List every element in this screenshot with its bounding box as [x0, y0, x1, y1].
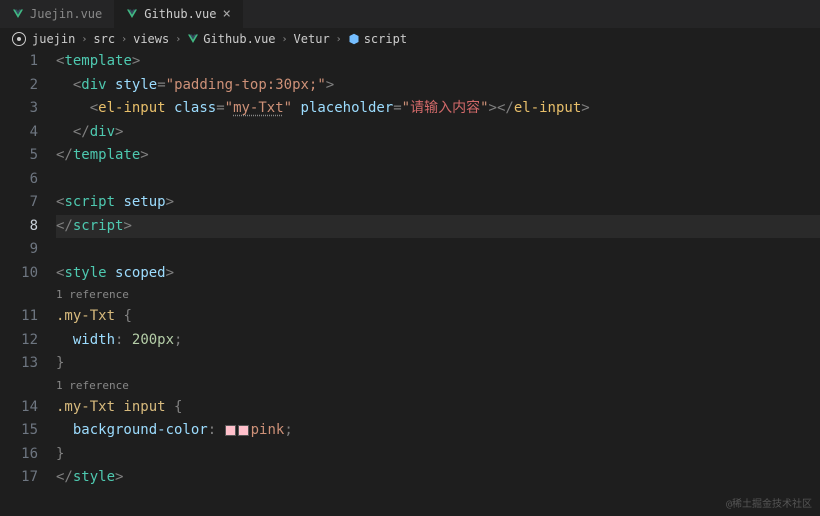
code-line — [56, 168, 820, 192]
line-number: 12 — [0, 329, 38, 353]
line-number: 4 — [0, 121, 38, 145]
tab-github[interactable]: Github.vue × — [114, 0, 243, 28]
line-number — [0, 376, 38, 396]
line-number: 16 — [0, 443, 38, 467]
chevron-right-icon: › — [81, 34, 87, 45]
crumb-views[interactable]: views — [133, 32, 169, 46]
target-icon[interactable] — [12, 32, 26, 46]
line-number: 9 — [0, 238, 38, 262]
line-number: 5 — [0, 144, 38, 168]
line-number: 6 — [0, 168, 38, 192]
close-icon[interactable]: × — [223, 7, 231, 21]
code-line: } — [56, 443, 820, 467]
crumb-juejin[interactable]: juejin — [32, 32, 75, 46]
line-number: 13 — [0, 352, 38, 376]
tab-label: Juejin.vue — [30, 7, 102, 21]
crumb-src[interactable]: src — [93, 32, 115, 46]
vue-icon — [126, 8, 138, 20]
code-line: </div> — [56, 121, 820, 145]
line-number: 2 — [0, 74, 38, 98]
code-line: <el-input class="my-Txt" placeholder="请输… — [56, 97, 820, 121]
code-editor[interactable]: 1 2 3 4 5 6 7 8 9 10 11 12 13 14 15 16 1… — [0, 50, 820, 490]
line-number: 11 — [0, 305, 38, 329]
code-line: </script> — [56, 215, 820, 239]
code-line: </template> — [56, 144, 820, 168]
watermark: @稀土掘金技术社区 — [726, 495, 812, 510]
vue-icon — [12, 8, 24, 20]
crumb-file[interactable]: Github.vue — [187, 32, 275, 46]
crumb-script[interactable]: script — [348, 32, 407, 46]
vue-icon — [187, 33, 199, 45]
codelens[interactable]: 1 reference — [56, 285, 820, 305]
code-line — [56, 238, 820, 262]
crumb-vetur[interactable]: Vetur — [294, 32, 330, 46]
color-swatch-icon[interactable] — [225, 425, 236, 436]
tab-juejin[interactable]: Juejin.vue — [0, 0, 114, 28]
chevron-right-icon: › — [175, 34, 181, 45]
code-line: .my-Txt { — [56, 305, 820, 329]
chevron-right-icon: › — [121, 34, 127, 45]
tab-bar: Juejin.vue Github.vue × — [0, 0, 820, 28]
chevron-right-icon: › — [282, 34, 288, 45]
codelens[interactable]: 1 reference — [56, 376, 820, 396]
tab-label: Github.vue — [144, 7, 216, 21]
line-number: 14 — [0, 396, 38, 420]
code-line: } — [56, 352, 820, 376]
code-line: <template> — [56, 50, 820, 74]
code-line: width: 200px; — [56, 329, 820, 353]
code-line: background-color: pink; — [56, 419, 820, 443]
code-line: <script setup> — [56, 191, 820, 215]
code-line: <div style="padding-top:30px;"> — [56, 74, 820, 98]
code-line: .my-Txt input { — [56, 396, 820, 420]
code-line: <style scoped> — [56, 262, 820, 286]
line-number: 10 — [0, 262, 38, 286]
line-number: 7 — [0, 191, 38, 215]
chevron-right-icon: › — [336, 34, 342, 45]
line-gutter: 1 2 3 4 5 6 7 8 9 10 11 12 13 14 15 16 1… — [0, 50, 56, 490]
line-number: 17 — [0, 466, 38, 490]
code-content[interactable]: <template> <div style="padding-top:30px;… — [56, 50, 820, 490]
breadcrumb: juejin › src › views › Github.vue › Vetu… — [0, 28, 820, 50]
block-icon — [348, 33, 360, 45]
line-number: 3 — [0, 97, 38, 121]
color-swatch-icon[interactable] — [238, 425, 249, 436]
line-number — [0, 285, 38, 305]
line-number: 8 — [0, 215, 38, 239]
line-number: 1 — [0, 50, 38, 74]
code-line: </style> — [56, 466, 820, 490]
line-number: 15 — [0, 419, 38, 443]
